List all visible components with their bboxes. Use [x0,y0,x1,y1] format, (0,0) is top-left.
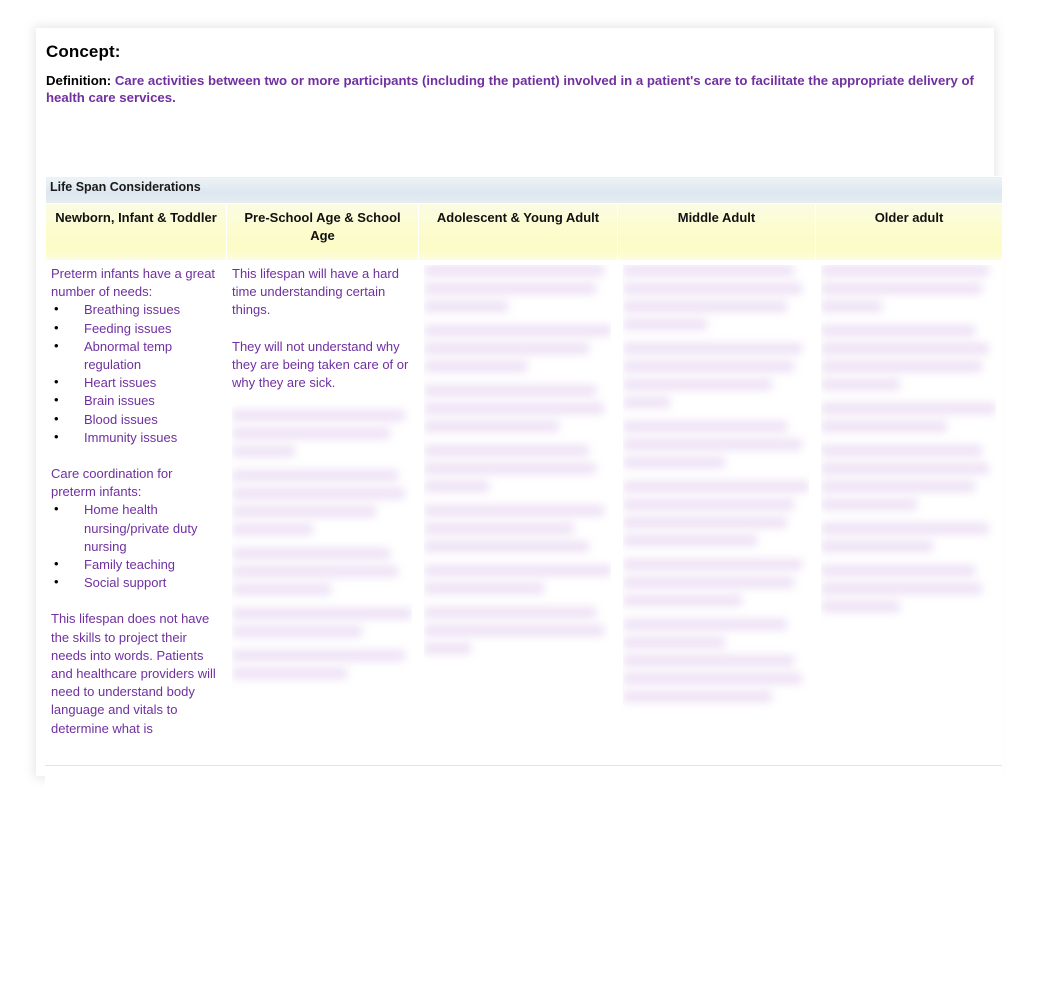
list-item: Social support [51,573,220,592]
cell-middle-adult [617,260,816,790]
banner-life-span-considerations: Life Span Considerations [44,176,1004,204]
preschool-paragraph-1: This lifespan will have a hard time unde… [232,266,399,318]
newborn-closing-paragraph: This lifespan does not have the skills t… [51,611,216,736]
cell-newborn-infant-toddler: Preterm infants have a great number of n… [45,260,227,790]
table-banner-row: Life Span Considerations [44,176,1004,204]
cell-preschool-school-age: This lifespan will have a hard time unde… [226,260,419,790]
table-header-row: Newborn, Infant & Toddler Pre-School Age… [45,203,1004,261]
definition-label: Definition: [46,73,112,88]
document-page: Concept: Definition: Care activities bet… [36,28,1004,790]
lifespan-considerations-table: Life Span Considerations Newborn, Infant… [44,176,1004,790]
list-item: Abnormal temp regulation [51,337,220,374]
column-header-newborn: Newborn, Infant & Toddler [45,203,227,261]
list-item: Heart issues [51,373,220,392]
list-item: Feeding issues [51,319,220,338]
table-body-row: Preterm infants have a great number of n… [45,260,1004,790]
list-item: Family teaching [51,555,220,574]
cell-adolescent-young-adult [418,260,618,790]
column-header-middle-adult: Middle Adult [617,203,816,261]
definition-text: Care activities between two or more part… [46,73,974,106]
newborn-care-intro: Care coordination for preterm infants: [51,466,173,500]
preschool-paragraph-2: They will not understand why they are be… [232,338,409,391]
column-header-older-adult: Older adult [814,203,1004,261]
column-header-preschool: Pre-School Age & School Age [226,203,419,261]
column-header-adolescent: Adolescent & Young Adult [418,203,618,261]
older-adult-redacted-text [821,265,997,612]
list-item: Immunity issues [51,428,220,447]
middle-adult-redacted-text [623,265,809,702]
definition-block: Definition: Care activities between two … [46,72,976,107]
list-item: Breathing issues [51,300,220,319]
list-item: Home health nursing/private duty nursing [51,500,220,556]
page-title: Concept: [46,42,121,61]
newborn-needs-intro: Preterm infants have a great number of n… [51,266,216,300]
adolescent-redacted-text [424,265,611,654]
newborn-care-list: Home health nursing/private duty nursing… [51,500,220,592]
table-bottom-border [45,765,1002,766]
cell-older-adult [814,260,1004,790]
preschool-redacted-text [232,410,412,680]
list-item: Brain issues [51,391,220,410]
newborn-needs-list: Breathing issues Feeding issues Abnormal… [51,300,220,447]
list-item: Blood issues [51,410,220,429]
